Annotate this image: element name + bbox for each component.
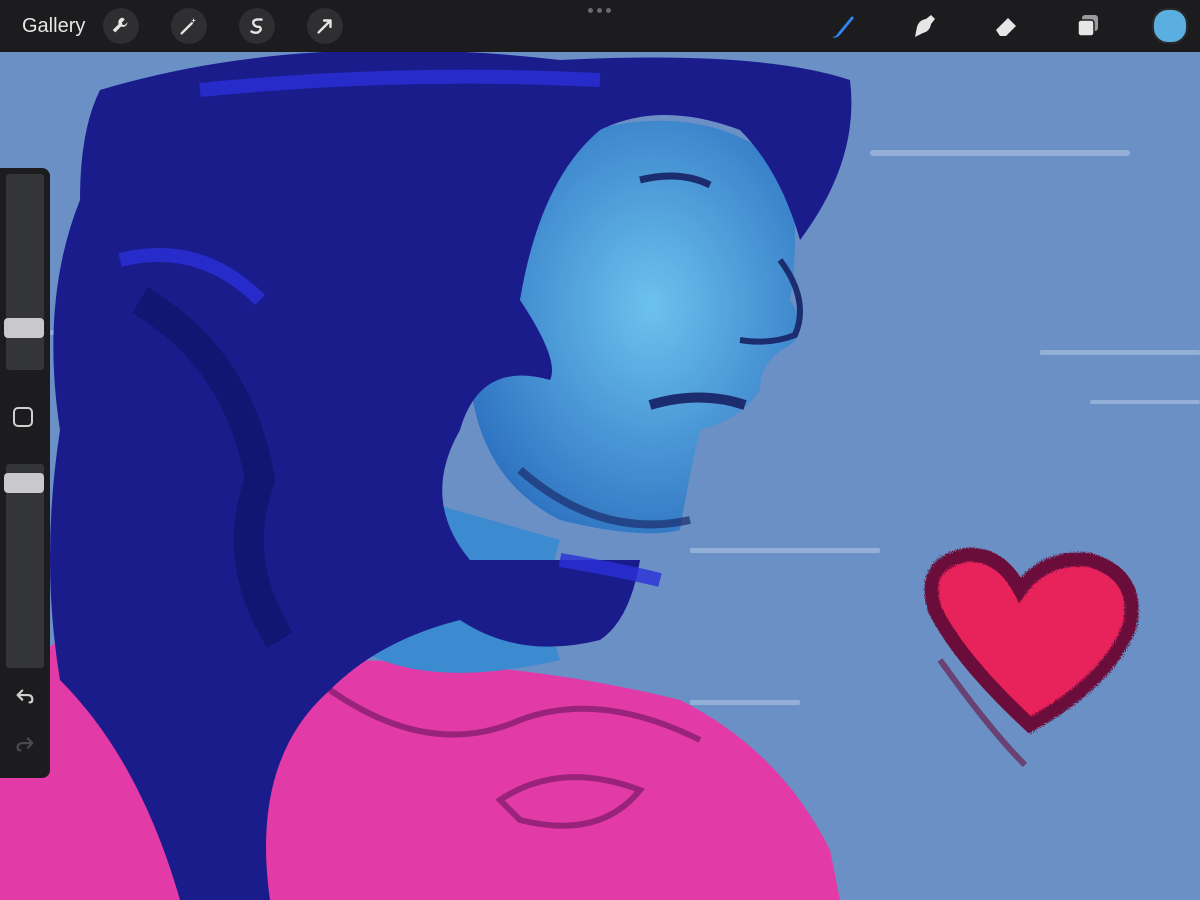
brush-size-slider[interactable] [4,174,44,370]
drawing-canvas[interactable] [0,0,1200,900]
tool-group [824,0,1200,52]
arrow-cursor-icon [317,19,333,34]
transform-button[interactable] [307,8,344,44]
layers-button[interactable] [1070,8,1106,44]
color-picker-button[interactable] [1152,8,1188,44]
undo-icon [16,689,34,704]
wrench-icon [113,17,128,33]
left-sidebar [0,168,50,778]
toolbar-grip-handle[interactable] [588,8,611,13]
actions-button[interactable] [103,8,140,44]
gallery-button[interactable]: Gallery [22,15,85,38]
adjustments-button[interactable] [171,8,208,44]
eraser-tool-button[interactable] [988,8,1024,44]
square-modifier-icon[interactable] [13,407,33,427]
brush-size-thumb[interactable] [4,318,44,338]
brush-icon [832,16,854,38]
brush-opacity-thumb[interactable] [4,473,44,493]
selection-button[interactable] [239,8,276,44]
artwork [0,0,1200,900]
undo-button[interactable] [10,682,40,710]
top-toolbar: Gallery [0,0,1200,52]
smudge-tool-button[interactable] [906,8,942,44]
redo-button[interactable] [10,730,40,758]
layers-icon [1077,15,1098,37]
redo-icon [16,737,34,752]
smudge-icon [915,15,935,37]
brush-tool-button[interactable] [824,8,860,44]
eraser-icon [996,18,1016,36]
selection-s-icon [250,18,264,34]
brush-opacity-slider[interactable] [4,464,44,668]
magic-wand-icon [180,17,197,35]
